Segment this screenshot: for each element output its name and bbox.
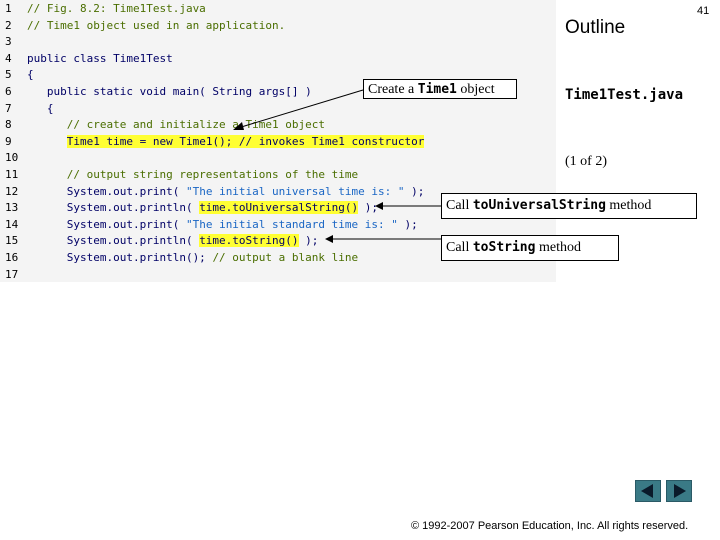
callout-text: object xyxy=(456,82,495,97)
callout-text: Call xyxy=(446,198,473,213)
arrow-head-1 xyxy=(233,122,244,130)
triangle-right-icon xyxy=(674,484,686,498)
callout-touniversalstring: Call toUniversalString method xyxy=(441,193,697,219)
arrow-line-1 xyxy=(237,89,364,129)
callout-text: method xyxy=(605,198,652,213)
next-slide-button[interactable] xyxy=(666,480,692,502)
callout-code: toString xyxy=(472,240,536,255)
copyright-text: © 1992-2007 Pearson Education, Inc. All … xyxy=(411,520,689,532)
callout-arrows xyxy=(233,89,441,243)
triangle-left-icon xyxy=(641,484,653,498)
previous-slide-button[interactable] xyxy=(635,480,661,502)
callout-code: toUniversalString xyxy=(472,198,606,213)
callout-text: method xyxy=(535,240,581,255)
arrow-head-3 xyxy=(325,235,333,243)
callout-text: Call xyxy=(446,240,473,255)
callout-text: Create a xyxy=(368,82,418,97)
callout-tostring: Call toString method xyxy=(441,235,619,261)
callout-create-time1: Create a Time1 object xyxy=(363,79,517,99)
callout-code: Time1 xyxy=(417,82,457,97)
arrow-head-2 xyxy=(375,202,383,210)
